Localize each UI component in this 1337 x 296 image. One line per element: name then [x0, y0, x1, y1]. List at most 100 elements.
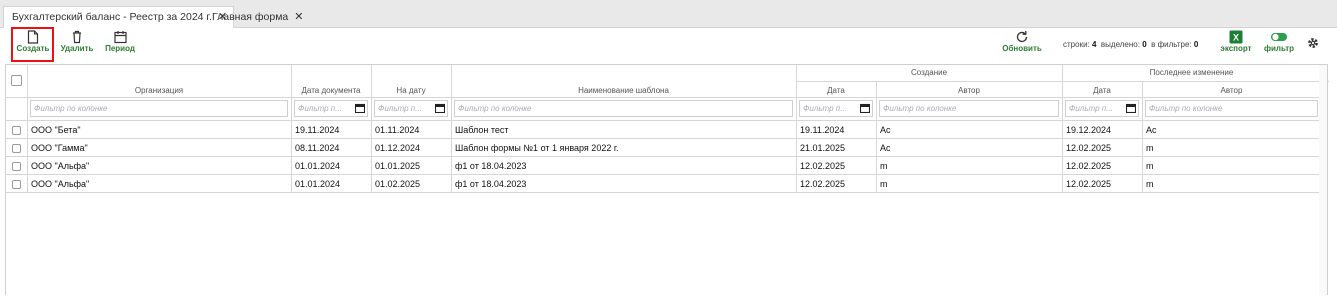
col-divider — [371, 139, 372, 157]
filter-changed-author[interactable]: Фильтр по колонке — [1145, 100, 1318, 117]
tab-balance-registry[interactable]: Бухгалтерский баланс - Реестр за 2024 г.… — [3, 6, 235, 29]
col-divider — [1062, 157, 1063, 175]
col-divider — [27, 175, 28, 193]
table-row[interactable]: ООО "Гамма" 08.11.2024 01.12.2024 Шаблон фо… — [6, 139, 1321, 157]
col-divider — [371, 175, 372, 193]
col-divider — [291, 157, 292, 175]
col-divider — [876, 175, 877, 193]
col-divider — [796, 139, 797, 157]
cell-changed-date: 12.02.2025 — [1066, 161, 1112, 171]
row-checkbox[interactable] — [12, 180, 21, 189]
cell-created-date: 12.02.2025 — [800, 179, 846, 189]
header-template[interactable]: Наименование шаблона — [451, 86, 796, 95]
cell-organization: ООО "Альфа" — [31, 179, 90, 189]
row-checkbox[interactable] — [12, 162, 21, 171]
cell-created-author: m — [880, 161, 888, 171]
delete-label: Удалить — [60, 44, 94, 53]
highlight-frame — [11, 27, 54, 62]
cell-changed-date: 12.02.2025 — [1066, 179, 1112, 189]
calendar-icon — [113, 31, 127, 44]
header-doc-date[interactable]: Дата документа — [291, 86, 371, 95]
col-divider — [1062, 175, 1063, 193]
calendar-icon[interactable] — [860, 103, 870, 113]
export-button[interactable]: X экспорт — [1219, 30, 1253, 60]
header-created-date[interactable]: Дата — [796, 86, 876, 95]
filter-toggle[interactable]: фильтр — [1262, 30, 1296, 60]
tab-label: Главная форма — [212, 11, 289, 23]
filter-created-date[interactable]: Фильтр п... — [799, 100, 873, 117]
selected-count: 0 — [1142, 40, 1147, 49]
cell-changed-author: m — [1146, 143, 1154, 153]
delete-button[interactable]: Удалить — [57, 30, 97, 60]
filter-changed-date[interactable]: Фильтр п... — [1065, 100, 1139, 117]
cell-on-date: 01.01.2025 — [375, 161, 421, 171]
col-divider — [1142, 121, 1143, 139]
cell-on-date: 01.12.2024 — [375, 143, 421, 153]
excel-icon: X — [1229, 30, 1243, 44]
filter-placeholder: Фильтр п... — [298, 104, 342, 113]
header-created-author[interactable]: Автор — [876, 86, 1062, 95]
period-label: Период — [105, 44, 135, 53]
cell-doc-date: 01.01.2024 — [295, 161, 341, 171]
filter-label: фильтр — [1263, 44, 1295, 53]
table-row[interactable]: ООО "Бета" 19.11.2024 01.11.2024 Шаблон тес… — [6, 121, 1321, 139]
cell-organization: ООО "Бета" — [31, 125, 81, 135]
table-row[interactable]: ООО "Альфа" 01.01.2024 01.02.2025 ф1 от 18.… — [6, 175, 1321, 193]
tab-main-form[interactable]: Главная форма ✕ — [204, 7, 309, 28]
col-divider — [451, 175, 452, 193]
col-divider — [291, 121, 292, 139]
col-divider — [371, 121, 372, 139]
cell-created-author: m — [880, 179, 888, 189]
select-all-checkbox[interactable] — [11, 75, 22, 86]
tab-bar: Бухгалтерский баланс - Реестр за 2024 г.… — [0, 0, 1337, 29]
calendar-icon[interactable] — [435, 103, 445, 113]
col-divider — [796, 157, 797, 175]
col-divider — [1142, 139, 1143, 157]
header-changed-author[interactable]: Автор — [1142, 86, 1321, 95]
filter-created-author[interactable]: Фильтр по колонке — [879, 100, 1059, 117]
row-checkbox[interactable] — [12, 144, 21, 153]
col-divider — [1142, 175, 1143, 193]
header-changed-date[interactable]: Дата — [1062, 86, 1142, 95]
cell-organization: ООО "Гамма" — [31, 143, 88, 153]
header-organization[interactable]: Организация — [27, 86, 291, 95]
cell-changed-author: Ас — [1146, 125, 1157, 135]
col-divider — [291, 175, 292, 193]
cell-changed-author: m — [1146, 179, 1154, 189]
header-divider — [6, 97, 1321, 98]
filter-placeholder: Фильтр п... — [803, 104, 847, 113]
cell-created-date: 21.01.2025 — [800, 143, 846, 153]
period-button[interactable]: Период — [102, 30, 138, 60]
row-divider — [6, 192, 1321, 193]
col-divider — [796, 175, 797, 193]
header-on-date[interactable]: На дату — [371, 86, 451, 95]
trash-icon — [73, 30, 81, 44]
col-divider — [1062, 139, 1063, 157]
col-divider — [1142, 157, 1143, 175]
selected-label: выделено: — [1100, 40, 1140, 49]
export-label: экспорт — [1220, 44, 1252, 53]
col-divider — [451, 139, 452, 157]
close-icon[interactable]: ✕ — [294, 11, 303, 23]
table-row[interactable]: ООО "Альфа" 01.01.2024 01.01.2025 ф1 от 18.… — [6, 157, 1321, 175]
cell-template: ф1 от 18.04.2023 — [455, 161, 527, 171]
rows-count: 4 — [1092, 40, 1097, 49]
cell-doc-date: 08.11.2024 — [295, 143, 340, 153]
calendar-icon[interactable] — [1126, 103, 1136, 113]
vertical-scrollbar[interactable] — [1319, 65, 1327, 296]
cell-created-date: 12.02.2025 — [800, 161, 846, 171]
refresh-button[interactable]: Обновить — [1000, 30, 1044, 60]
calendar-icon[interactable] — [355, 103, 365, 113]
filter-doc-date[interactable]: Фильтр п... — [294, 100, 368, 117]
gear-icon[interactable] — [1306, 36, 1320, 55]
filter-on-date[interactable]: Фильтр п... — [374, 100, 448, 117]
registry-grid: Создание Последнее изменение Организация… — [5, 64, 1329, 296]
row-checkbox[interactable] — [12, 126, 21, 135]
cell-created-author: Ас — [880, 125, 891, 135]
tab-label: Бухгалтерский баланс - Реестр за 2024 г. — [12, 11, 212, 23]
col-divider — [27, 121, 28, 139]
toggle-on-icon — [1271, 32, 1287, 42]
col-divider — [876, 121, 877, 139]
filter-template[interactable]: Фильтр по колонке — [454, 100, 793, 117]
filter-organization[interactable]: Фильтр по колонке — [30, 100, 288, 117]
